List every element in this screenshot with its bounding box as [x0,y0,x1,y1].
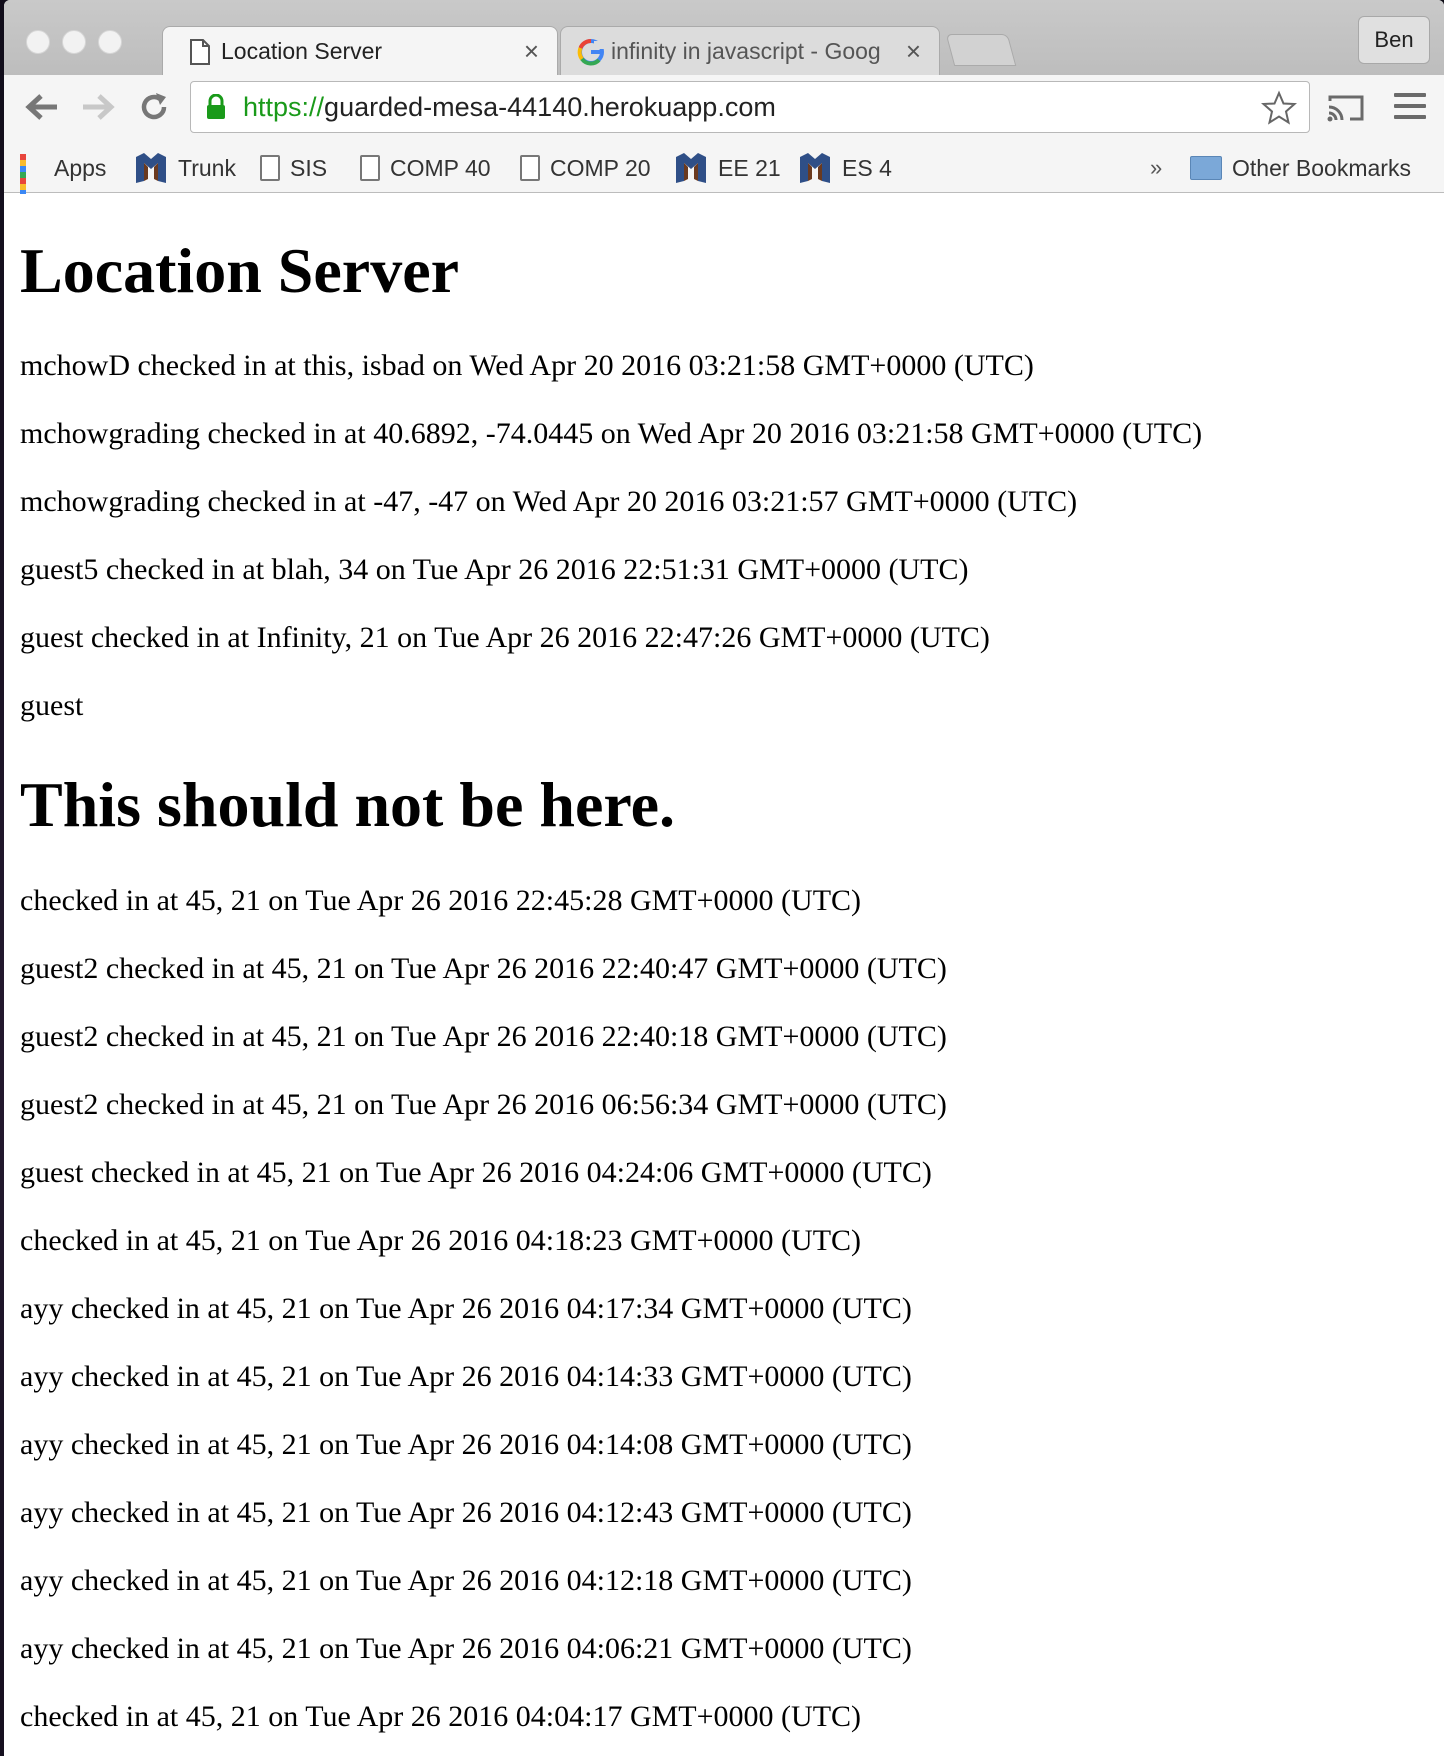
checkin-entry: guest [20,689,84,722]
tab-location-server[interactable]: Location Server × [162,26,558,76]
tab-title: Location Server [221,38,383,64]
url-host: guarded-mesa-44140.herokuapp.com [324,92,776,122]
checkin-entry: ayy checked in at 45, 21 on Tue Apr 26 2… [20,1360,912,1393]
checkin-entry: mchowgrading checked in at -47, -47 on W… [20,485,1078,518]
bookmark-ee21[interactable]: EE 21 [674,151,781,185]
bookmark-label: Other Bookmarks [1232,154,1411,181]
apps-grid-icon [20,154,44,208]
page-icon [260,155,280,181]
bookmark-label: COMP 40 [390,154,491,181]
reload-button[interactable] [134,87,174,127]
checkin-entry: guest5 checked in at blah, 34 on Tue Apr… [20,553,969,586]
bookmark-label: Trunk [178,154,236,181]
address-bar[interactable]: https://guarded-mesa-44140.herokuapp.com [190,81,1310,133]
checkin-entry: ayy checked in at 45, 21 on Tue Apr 26 2… [20,1632,912,1665]
checkin-entry: guest checked in at Infinity, 21 on Tue … [20,621,990,654]
page-icon [190,38,210,65]
folder-icon [1190,156,1222,180]
bookmark-label: ES 4 [842,154,892,181]
bookmarks-overflow-button[interactable]: » [1150,155,1162,181]
url-scheme: https:// [243,92,325,122]
close-window-button[interactable] [26,30,50,54]
bookmark-comp40[interactable]: COMP 40 [360,151,491,185]
bookmark-label: SIS [290,154,328,181]
page-icon [360,155,380,181]
bookmarks-bar: Apps Trunk SIS COMP 40 COMP 20 EE 21 ES … [4,143,1444,208]
bookmark-star-icon[interactable] [1261,90,1297,126]
close-tab-icon[interactable]: × [906,36,921,67]
tufts-logo-icon [136,153,166,183]
checkin-entry: checked in at 45, 21 on Tue Apr 26 2016 … [20,1224,862,1257]
checkin-entry: ayy checked in at 45, 21 on Tue Apr 26 2… [20,1428,912,1461]
checkin-entry: ayy checked in at 45, 21 on Tue Apr 26 2… [20,1496,912,1529]
bookmark-trunk[interactable]: Trunk [134,151,236,185]
tufts-logo-icon [676,153,706,183]
checkin-entry: guest2 checked in at 45, 21 on Tue Apr 2… [20,952,947,985]
checkin-entry: checked in at 45, 21 on Tue Apr 26 2016 … [20,1700,862,1733]
browser-window: Location Server × infinity in javascript… [4,0,1444,1756]
maximize-window-button[interactable] [98,30,122,54]
menu-icon[interactable] [1394,93,1426,123]
checkin-entry: guest2 checked in at 45, 21 on Tue Apr 2… [20,1020,947,1053]
google-logo-icon [577,38,604,66]
page-title: Location Server [20,235,459,306]
bookmark-label: COMP 20 [550,154,651,181]
page-icon [520,155,540,181]
bookmark-label: Apps [54,154,107,181]
checkin-entry: ayy checked in at 45, 21 on Tue Apr 26 2… [20,1292,912,1325]
bookmark-other-bookmarks[interactable]: Other Bookmarks [1190,151,1411,185]
forward-button[interactable] [78,87,118,127]
cast-icon[interactable] [1326,93,1366,123]
checkin-entry: guest checked in at 45, 21 on Tue Apr 26… [20,1156,932,1189]
bookmark-sis[interactable]: SIS [260,151,327,185]
page-content: Location Server mchowD checked in at thi… [4,194,1444,1756]
close-tab-icon[interactable]: × [524,36,539,67]
bookmark-apps[interactable]: Apps [20,151,107,208]
injected-heading: This should not be here. [20,769,675,840]
minimize-window-button[interactable] [62,30,86,54]
lock-icon [207,94,225,119]
bookmark-comp20[interactable]: COMP 20 [520,151,651,185]
back-arrow-icon [25,94,57,120]
checkin-entry: mchowD checked in at this, isbad on Wed … [20,349,1034,382]
toolbar: https://guarded-mesa-44140.herokuapp.com [4,75,1444,143]
bookmark-es4[interactable]: ES 4 [798,151,892,185]
checkin-entry: checked in at 45, 21 on Tue Apr 26 2016 … [20,884,862,917]
tab-title: infinity in javascript - Goog [611,38,881,64]
bookmark-label: EE 21 [718,154,781,181]
checkin-entry: ayy checked in at 45, 21 on Tue Apr 26 2… [20,1564,912,1597]
profile-button[interactable]: Ben [1358,16,1430,64]
back-button[interactable] [22,87,62,127]
checkin-entry: guest2 checked in at 45, 21 on Tue Apr 2… [20,1088,947,1121]
tufts-logo-icon [800,153,830,183]
new-tab-button[interactable] [945,34,1017,66]
tab-strip: Location Server × infinity in javascript… [4,0,1444,76]
reload-icon [141,93,167,120]
tab-google-search[interactable]: infinity in javascript - Goog × [560,26,940,76]
forward-arrow-icon [83,94,115,120]
url-text: https://guarded-mesa-44140.herokuapp.com [243,92,776,123]
checkin-entry: mchowgrading checked in at 40.6892, -74.… [20,417,1203,450]
